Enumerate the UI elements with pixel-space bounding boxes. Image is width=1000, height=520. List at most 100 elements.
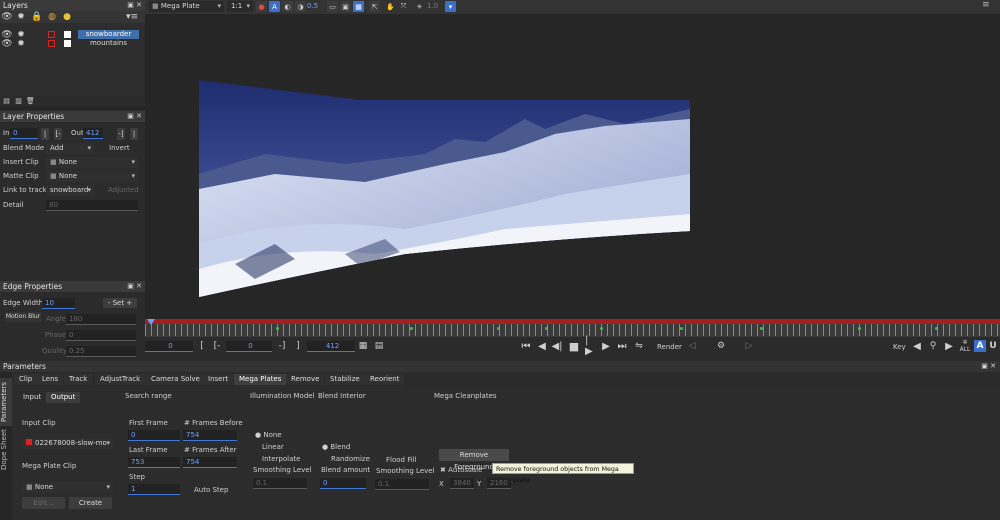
- step-back-icon[interactable]: ◀: [537, 340, 547, 352]
- layer-color-swatch[interactable]: [48, 40, 55, 47]
- loop-icon[interactable]: ⇋: [633, 340, 645, 352]
- remove-foreground-button[interactable]: Remove Foreground: [439, 449, 509, 471]
- tab-track[interactable]: Track: [64, 374, 93, 385]
- prev-key-icon[interactable]: ◀: [912, 340, 922, 352]
- tab-remove[interactable]: Remove: [286, 374, 325, 385]
- in-frame-field[interactable]: 0: [226, 341, 272, 352]
- layer-name[interactable]: snowboarder: [78, 30, 139, 39]
- first-frame-field[interactable]: 0: [128, 430, 180, 441]
- timeline-ruler[interactable]: [145, 319, 1000, 337]
- blend-amount-field[interactable]: 0: [320, 478, 366, 489]
- layer-settings-icon[interactable]: ✹: [16, 39, 26, 49]
- layer-color-swatch[interactable]: [48, 31, 55, 38]
- create-button[interactable]: Create: [69, 497, 112, 509]
- tab-reorient[interactable]: Reorient: [365, 374, 405, 385]
- zoom-selector[interactable]: 1:1: [227, 1, 253, 12]
- out-set-button[interactable]: -]: [117, 128, 125, 140]
- tab-camera-solve[interactable]: Camera Solve: [146, 374, 205, 385]
- export-icon[interactable]: ⇱: [369, 1, 380, 12]
- brightness-icon[interactable]: ☀: [414, 1, 425, 12]
- new-layer-icon[interactable]: ▤: [2, 96, 11, 105]
- layer-matte-swatch[interactable]: [64, 31, 71, 38]
- autoscale-checkbox[interactable]: ✖ Autoscale: [440, 466, 482, 474]
- in-bracket-button[interactable]: |: [41, 128, 49, 140]
- film-icon[interactable]: ▤: [374, 340, 384, 352]
- angle-field[interactable]: 180: [66, 314, 136, 325]
- side-tab-dope-sheet[interactable]: Dope Sheet: [0, 428, 12, 472]
- overlay-icon[interactable]: ◐: [282, 1, 293, 12]
- quality-field[interactable]: 0.25: [66, 346, 136, 357]
- adjusted-label[interactable]: Adjusted: [108, 186, 139, 194]
- view-grid-icon[interactable]: ▦: [353, 1, 364, 12]
- panel-close-icon[interactable]: ▣ ✕: [127, 0, 142, 11]
- y-field[interactable]: 2160: [487, 478, 511, 489]
- matte-clip-dropdown[interactable]: ■ None: [46, 171, 138, 182]
- panel-close-icon[interactable]: ▣ ✕: [127, 281, 142, 292]
- last-frame-field[interactable]: 753: [128, 457, 180, 468]
- blend-option-blend[interactable]: ● Blend: [322, 443, 350, 451]
- frame-grid-icon[interactable]: ▦: [358, 340, 368, 352]
- tab-adjusttrack[interactable]: AdjustTrack: [95, 374, 146, 385]
- goto-out-icon[interactable]: -]: [277, 340, 287, 352]
- layer-row[interactable]: 👁 ✹ mountains: [0, 39, 145, 49]
- illum-option-none[interactable]: ● None: [255, 431, 282, 439]
- parameters-menu-icon[interactable]: ▣ ✕: [981, 361, 996, 372]
- render-settings-icon[interactable]: ⚙: [716, 340, 726, 352]
- subtab-output[interactable]: Output: [46, 392, 81, 403]
- blend-mode-dropdown[interactable]: Add: [46, 143, 94, 154]
- view-split-icon[interactable]: ▣: [340, 1, 351, 12]
- gamma-icon[interactable]: ◑: [295, 1, 306, 12]
- smoothing-level2-field[interactable]: 0.1: [375, 479, 429, 490]
- x-field[interactable]: 3840: [450, 478, 474, 489]
- out-bracket-button[interactable]: |: [130, 128, 138, 140]
- next-key-icon[interactable]: ▶: [944, 340, 954, 352]
- side-tab-parameters[interactable]: Parameters: [0, 378, 12, 426]
- phase-field[interactable]: 0: [66, 330, 136, 341]
- motion-blur-toggle[interactable]: Motion Blur: [5, 312, 41, 322]
- subtab-input[interactable]: Input: [18, 392, 47, 403]
- tab-insert[interactable]: Insert: [203, 374, 234, 385]
- edge-width-field[interactable]: 10: [42, 298, 75, 309]
- add-key-icon[interactable]: ⚲: [928, 340, 938, 352]
- smoothing-level-field[interactable]: 0.1: [253, 478, 307, 489]
- rgb-icon[interactable]: ●: [256, 1, 267, 12]
- panel-close-icon[interactable]: ▣ ✕: [127, 111, 142, 122]
- autokey-u-toggle[interactable]: U: [988, 340, 998, 352]
- hand-icon[interactable]: ✋: [385, 1, 396, 12]
- out-field[interactable]: 412: [83, 128, 103, 139]
- info-icon[interactable]: ▾: [445, 1, 456, 12]
- stop-icon[interactable]: ■: [568, 340, 580, 353]
- set-in-icon[interactable]: [: [198, 340, 206, 352]
- visibility-icon[interactable]: 👁: [1, 39, 12, 49]
- current-frame-field[interactable]: 412: [307, 341, 355, 352]
- view-single-icon[interactable]: ▭: [327, 1, 338, 12]
- brightness-value[interactable]: 1.0: [427, 1, 438, 12]
- illum-option-interpolate[interactable]: Interpolate: [262, 455, 300, 463]
- detail-field[interactable]: 80: [46, 200, 138, 211]
- goto-in-icon[interactable]: [-: [212, 340, 222, 352]
- illum-option-linear[interactable]: Linear: [262, 443, 284, 451]
- step-field[interactable]: 1: [128, 484, 180, 495]
- start-frame-field[interactable]: 0: [145, 341, 193, 352]
- play-reverse-icon[interactable]: ◀|: [551, 340, 562, 352]
- duplicate-layer-icon[interactable]: ▥: [14, 96, 23, 105]
- in-field[interactable]: 0: [10, 128, 38, 139]
- edge-set-button[interactable]: - Set +: [103, 298, 137, 308]
- lock-icon[interactable]: 🔒: [31, 12, 42, 22]
- frames-after-field[interactable]: 754: [183, 457, 237, 468]
- settings-icon[interactable]: ✹: [16, 12, 26, 22]
- tab-stabilize[interactable]: Stabilize: [325, 374, 365, 385]
- insert-clip-dropdown[interactable]: ■ None: [46, 157, 138, 168]
- alpha-icon[interactable]: A: [269, 1, 280, 12]
- all-keys-toggle[interactable]: ✲ ALL: [959, 339, 971, 353]
- render-forward-icon[interactable]: ▷: [744, 340, 754, 352]
- delete-layer-icon[interactable]: 🗑: [26, 96, 35, 105]
- step-forward-icon[interactable]: ▶: [601, 340, 611, 352]
- color-wheel-icon[interactable]: ◍: [47, 12, 57, 22]
- set-out-icon[interactable]: ]: [294, 340, 302, 352]
- flood-fill-label[interactable]: Flood Fill: [386, 456, 417, 464]
- clip-selector[interactable]: ■ Mega Plate: [148, 1, 224, 12]
- edit-button[interactable]: Edit...: [22, 497, 65, 509]
- autokey-a-toggle[interactable]: A: [974, 340, 986, 352]
- skip-end-icon[interactable]: ⏭: [616, 340, 628, 352]
